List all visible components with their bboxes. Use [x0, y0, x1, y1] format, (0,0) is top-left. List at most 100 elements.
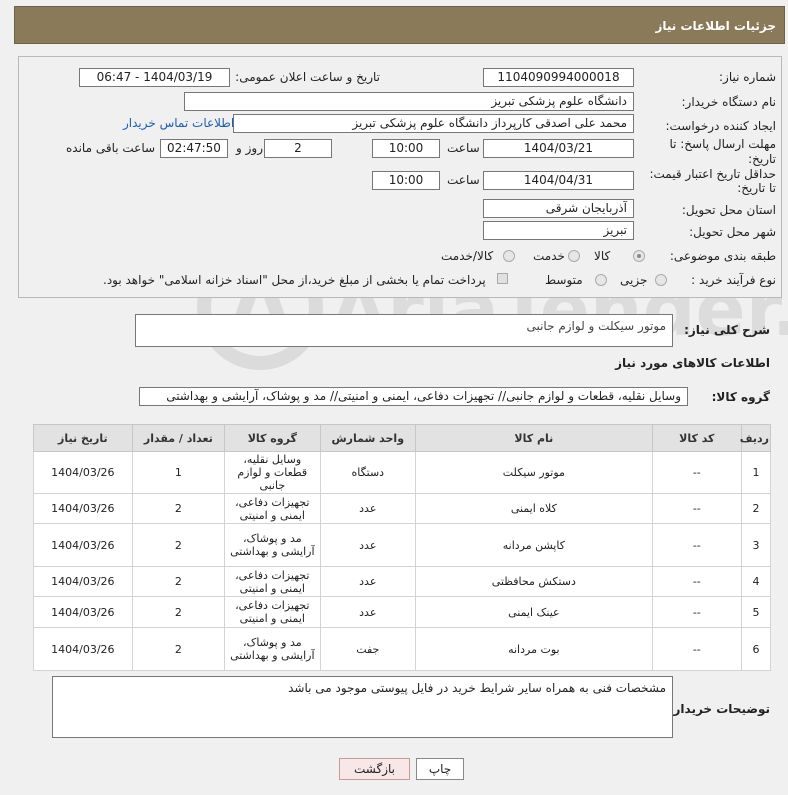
description-field[interactable]: موتور سیکلت و لوازم جانبی	[135, 314, 673, 347]
category-radio-both[interactable]	[503, 250, 515, 262]
category-option-service: خدمت	[533, 249, 565, 263]
cell-code: --	[651, 451, 742, 494]
col-header-group: گروه کالا	[224, 424, 321, 452]
price-time-field[interactable]: 10:00	[372, 171, 440, 190]
category-radio-goods[interactable]	[633, 250, 645, 262]
cell-group: تجهیزات دفاعی، ایمنی و امنیتی	[224, 566, 321, 597]
price-date-field[interactable]: 1404/04/31	[483, 171, 634, 190]
cell-date: 1404/03/26	[33, 523, 133, 567]
announce-label: تاریخ و ساعت اعلان عمومی:	[235, 70, 380, 84]
cell-date: 1404/03/26	[33, 596, 133, 628]
cell-name: عینک ایمنی	[415, 596, 653, 628]
process-label: نوع فرآیند خرید :	[691, 273, 776, 287]
price-validity-label-2: تا تاریخ:	[737, 181, 776, 195]
deadline-label: مهلت ارسال پاسخ: تا	[669, 137, 776, 151]
cell-qty: 2	[131, 627, 226, 671]
table-row: 6 -- بوت مردانه جفت مد و پوشاک، آرایشی و…	[33, 627, 772, 671]
process-radio-medium[interactable]	[595, 274, 607, 286]
cell-unit: عدد	[319, 493, 417, 524]
cell-code: --	[651, 627, 742, 671]
cell-group: مد و پوشاک، آرایشی و بهداشتی	[224, 627, 321, 671]
deadline-time-field[interactable]: 10:00	[372, 139, 440, 158]
buyer-org-field[interactable]: دانشگاه علوم پزشکی تبریز	[184, 92, 634, 111]
back-button[interactable]: بازگشت	[339, 758, 410, 780]
contact-info-link[interactable]: اطلاعات تماس خریدار	[123, 116, 234, 130]
col-header-name: نام کالا	[415, 424, 653, 452]
cell-row: 1	[740, 451, 772, 494]
col-header-date: تاریخ نیاز	[33, 424, 133, 452]
col-header-unit: واحد شمارش	[319, 424, 417, 452]
page: { "header": { "title": "جزئیات اطلاعات ن…	[0, 0, 788, 795]
cell-date: 1404/03/26	[33, 566, 133, 597]
cell-code: --	[651, 566, 742, 597]
process-option-minor: جزیی	[620, 273, 648, 287]
price-time-label: ساعت	[447, 173, 480, 187]
cell-row: 5	[740, 596, 772, 628]
province-field[interactable]: آذربایجان شرقی	[483, 199, 634, 218]
col-header-row: ردیف	[740, 424, 772, 452]
goods-group-label: گروه کالا:	[711, 390, 770, 404]
cell-date: 1404/03/26	[33, 627, 133, 671]
page-title: جزئیات اطلاعات نیاز	[655, 19, 776, 33]
province-label: استان محل تحویل:	[681, 203, 776, 217]
category-radio-service[interactable]	[568, 250, 580, 262]
cell-date: 1404/03/26	[33, 493, 133, 524]
category-label: طبقه بندی موضوعی:	[669, 249, 776, 263]
buyer-notes-text: مشخصات فنی به همراه سایر شرایط خرید در ف…	[288, 681, 666, 695]
city-field[interactable]: تبریز	[483, 221, 634, 240]
requester-label: ایجاد کننده درخواست:	[665, 119, 776, 133]
treasury-note: پرداخت تمام یا بخشی از مبلغ خرید،از محل …	[103, 273, 486, 287]
cell-row: 6	[740, 627, 772, 671]
treasury-checkbox[interactable]	[497, 273, 508, 284]
category-option-goods: کالا	[594, 249, 611, 263]
print-button[interactable]: چاپ	[416, 758, 464, 780]
cell-name: کاپشن مردانه	[415, 523, 653, 567]
cell-code: --	[651, 596, 742, 628]
cell-qty: 2	[131, 523, 226, 567]
days-remaining-field[interactable]: 2	[264, 139, 332, 158]
table-row: 2 -- کلاه ایمنی عدد تجهیزات دفاعی، ایمنی…	[33, 493, 772, 524]
buyer-notes-field[interactable]: مشخصات فنی به همراه سایر شرایط خرید در ف…	[52, 676, 673, 738]
remaining-time-label: ساعت باقی مانده	[66, 141, 156, 155]
cell-group: مد و پوشاک، آرایشی و بهداشتی	[224, 523, 321, 567]
cell-name: کلاه ایمنی	[415, 493, 653, 524]
need-number-field[interactable]: 1104090994000018	[483, 68, 634, 87]
cell-unit: عدد	[319, 523, 417, 567]
description-label: شرح کلی نیاز:	[684, 323, 770, 337]
cell-date: 1404/03/26	[33, 451, 133, 494]
page-header: جزئیات اطلاعات نیاز	[14, 6, 785, 44]
table-row: 3 -- کاپشن مردانه عدد مد و پوشاک، آرایشی…	[33, 523, 772, 567]
buyer-org-label: نام دستگاه خریدار:	[681, 95, 777, 109]
cell-row: 3	[740, 523, 772, 567]
cell-group: وسایل نقلیه، قطعات و لوازم جانبی	[224, 451, 321, 494]
table-row: 5 -- عینک ایمنی عدد تجهیزات دفاعی، ایمنی…	[33, 596, 772, 628]
col-header-qty: تعداد / مقدار	[131, 424, 226, 452]
cell-qty: 2	[131, 596, 226, 628]
requester-field[interactable]: محمد علی اصدقی کارپرداز دانشگاه علوم پزش…	[233, 114, 634, 133]
cell-qty: 2	[131, 493, 226, 524]
goods-table: ردیف کد کالا نام کالا واحد شمارش گروه کا…	[33, 424, 772, 671]
category-option-both: کالا/خدمت	[441, 249, 494, 263]
cell-unit: جفت	[319, 627, 417, 671]
cell-qty: 2	[131, 566, 226, 597]
announce-field[interactable]: 1404/03/19 - 06:47	[79, 68, 230, 87]
goods-section-title: اطلاعات کالاهای مورد نیاز	[615, 356, 770, 370]
price-validity-label: حداقل تاریخ اعتبار قیمت:	[649, 167, 776, 181]
city-label: شهر محل تحویل:	[689, 225, 776, 239]
need-number-label: شماره نیاز:	[719, 70, 776, 84]
deadline-date-field[interactable]: 1404/03/21	[483, 139, 634, 158]
cell-qty: 1	[131, 451, 226, 494]
cell-name: موتور سیکلت	[415, 451, 653, 494]
cell-code: --	[651, 493, 742, 524]
cell-unit: دستگاه	[319, 451, 417, 494]
col-header-code: کد کالا	[651, 424, 742, 452]
cell-code: --	[651, 523, 742, 567]
cell-group: تجهیزات دفاعی، ایمنی و امنیتی	[224, 596, 321, 628]
cell-row: 2	[740, 493, 772, 524]
table-row: 1 -- موتور سیکلت دستگاه وسایل نقلیه، قطع…	[33, 451, 772, 494]
buyer-notes-label: توضیحات خریدار:	[668, 702, 770, 716]
goods-group-field[interactable]: وسایل نقلیه، قطعات و لوازم جانبی// تجهیز…	[139, 387, 688, 406]
process-radio-minor[interactable]	[655, 274, 667, 286]
cell-unit: عدد	[319, 566, 417, 597]
remaining-time-field[interactable]: 02:47:50	[160, 139, 228, 158]
